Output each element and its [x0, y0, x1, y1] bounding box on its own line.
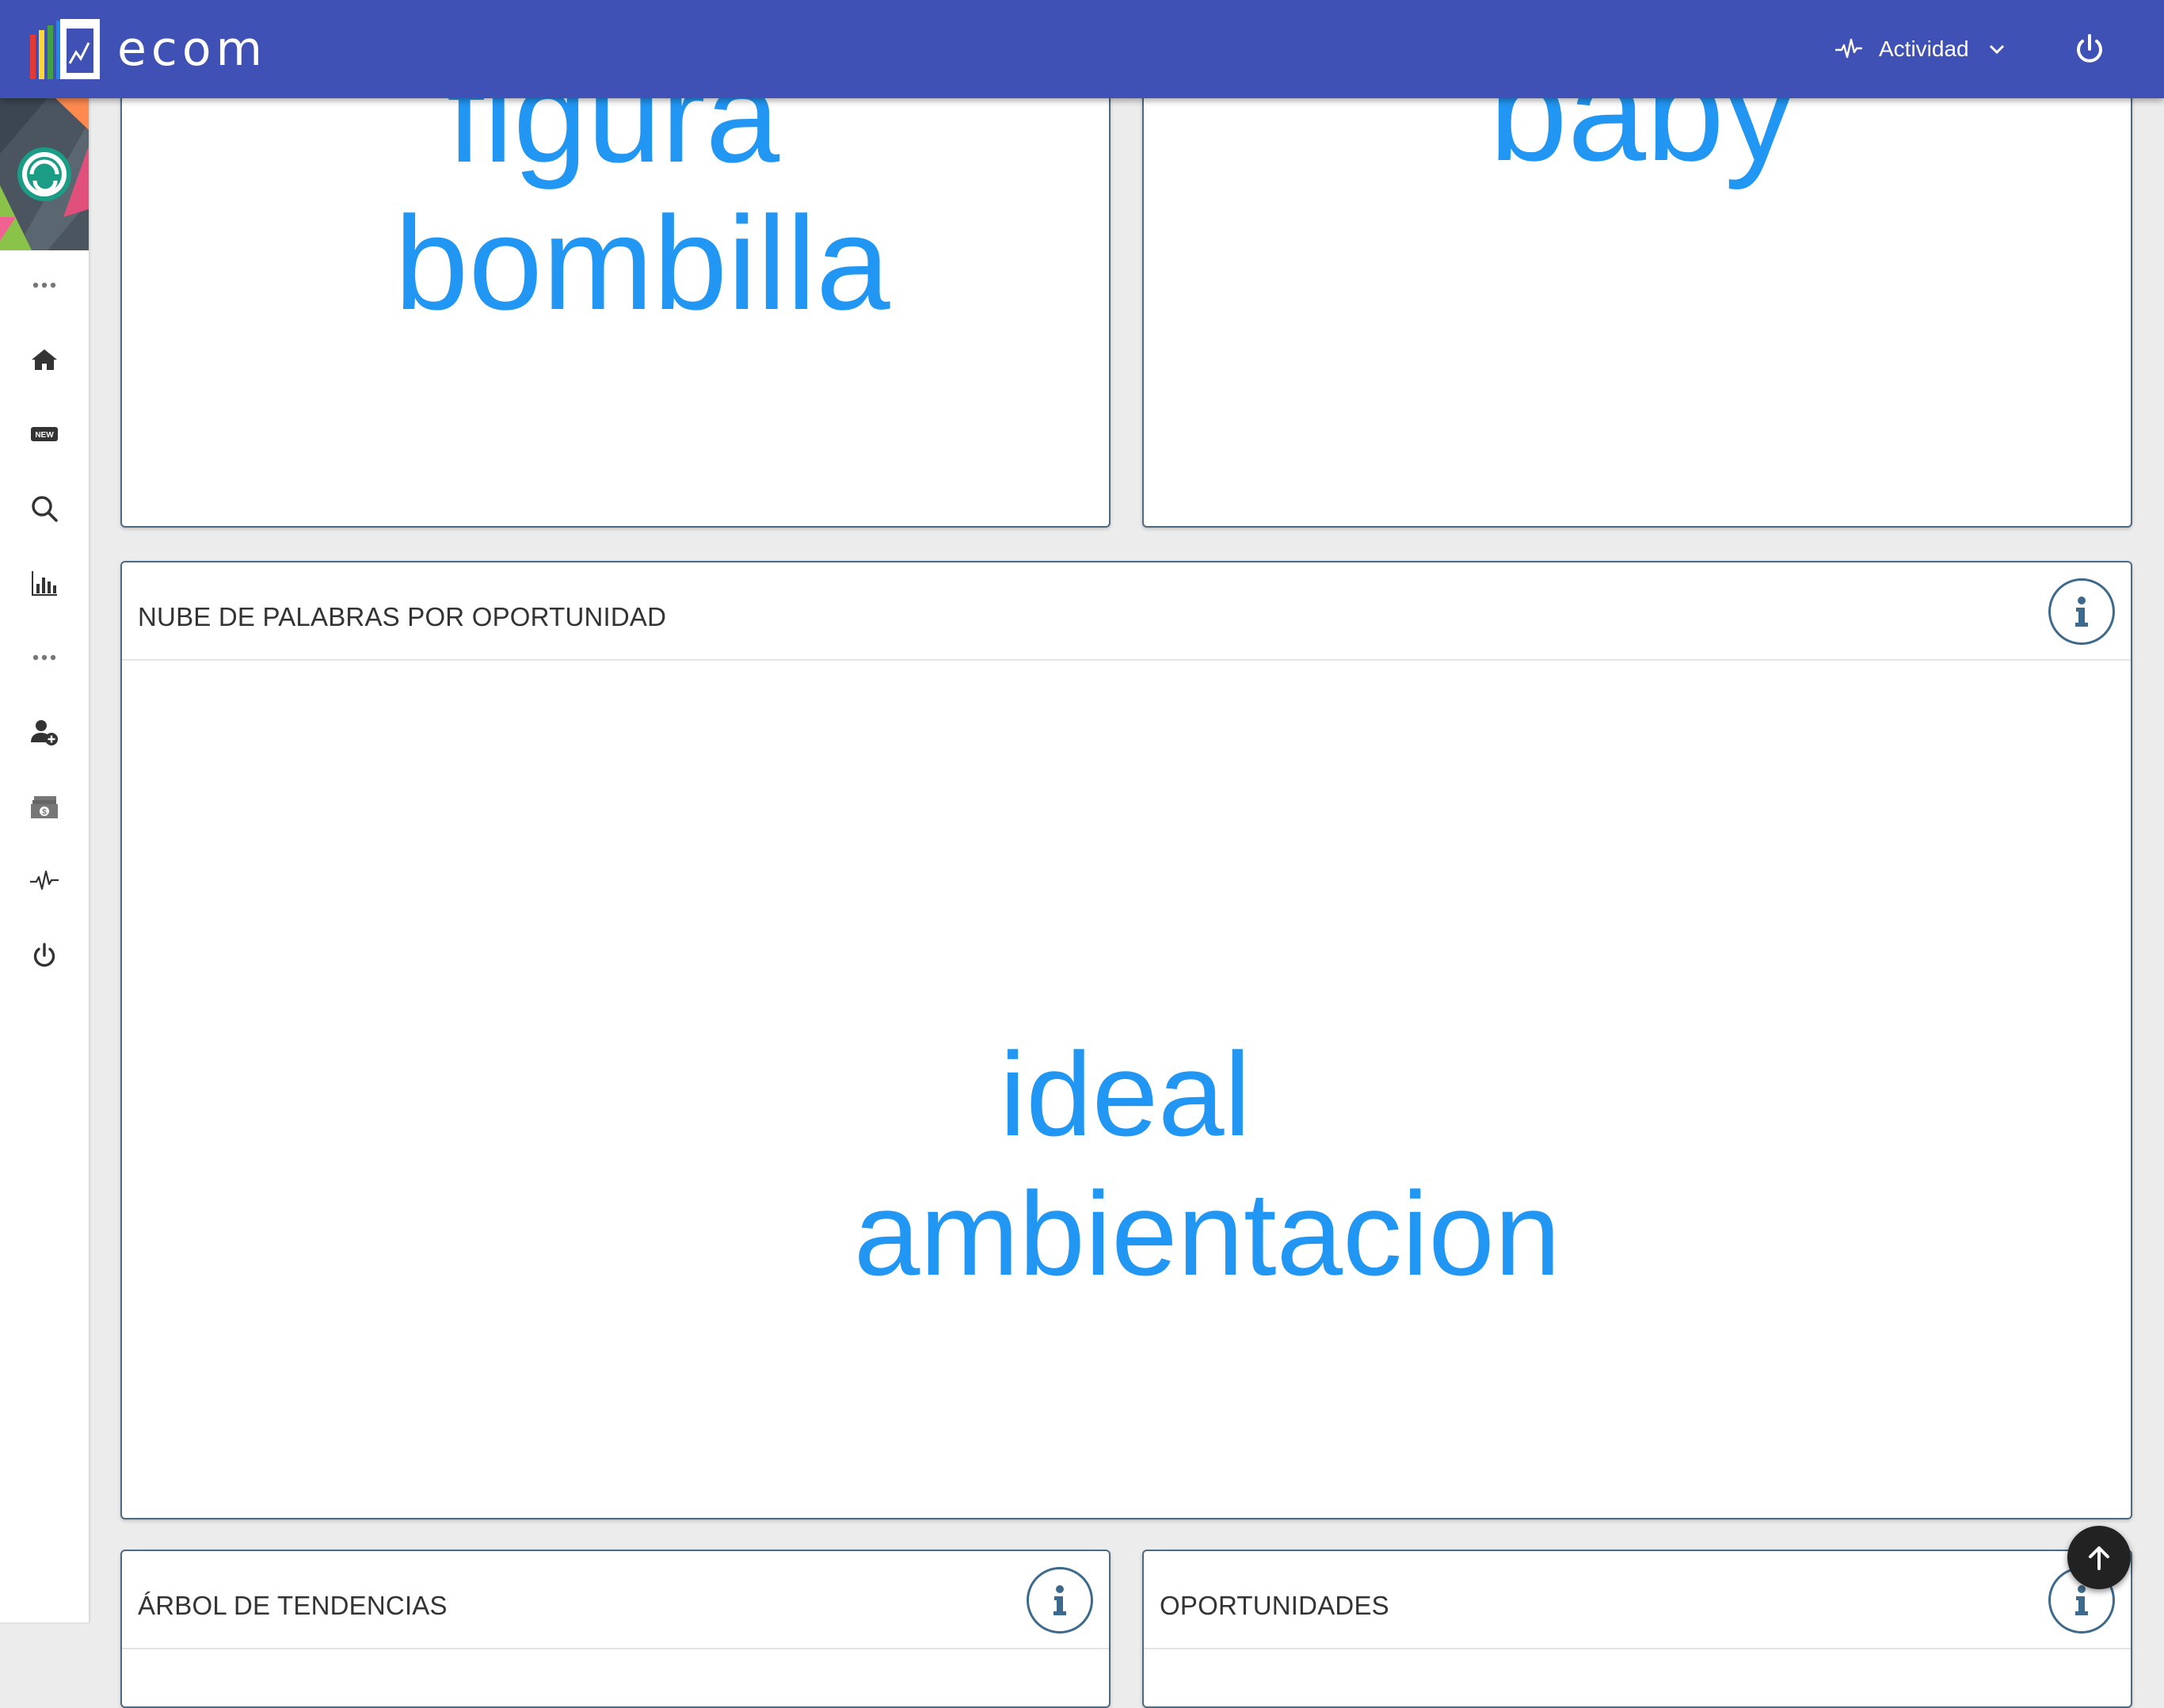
- more-dots-icon: [32, 282, 56, 288]
- pulse-icon: [30, 870, 59, 890]
- info-icon: [1053, 1585, 1066, 1615]
- avatar-banner-icon: [0, 98, 89, 250]
- card-title: OPORTUNIDADES: [1160, 1591, 1389, 1620]
- info-button[interactable]: [1027, 1567, 1093, 1634]
- sidebar-item-more-1[interactable]: [0, 257, 89, 314]
- info-button[interactable]: [2048, 578, 2115, 645]
- sidebar-item-search[interactable]: [0, 480, 89, 537]
- sidebar-item-stats[interactable]: [0, 555, 89, 612]
- sidebar-item-logout[interactable]: [0, 927, 89, 984]
- trends-card: ÁRBOL DE TENDENCIAS: [120, 1550, 1111, 1708]
- card-header: OPORTUNIDADES: [1144, 1551, 2131, 1649]
- ecom-logo-icon: [30, 19, 100, 79]
- money-icon: $: [31, 796, 58, 818]
- sidebar-item-add-user[interactable]: [0, 703, 89, 761]
- card-header: NUBE DE PALABRAS POR OPORTUNIDAD: [122, 562, 2131, 661]
- bar-chart-icon: [32, 571, 57, 596]
- top-app-bar: ecom Actividad: [0, 0, 2164, 98]
- word-cloud-card: NUBE DE PALABRAS POR OPORTUNIDAD ideal a…: [120, 561, 2132, 1519]
- pulse-icon: [1835, 38, 1862, 59]
- opportunities-card: OPORTUNIDADES: [1142, 1550, 2132, 1708]
- sidebar-item-more-2[interactable]: [0, 629, 89, 686]
- sidebar-item-activity[interactable]: [0, 852, 89, 909]
- add-user-icon: [31, 720, 58, 745]
- card-title: ÁRBOL DE TENDENCIAS: [138, 1591, 448, 1620]
- cloud-word: ideal: [1000, 1027, 1251, 1161]
- activity-label: Actividad: [1879, 36, 1969, 61]
- cloud-word: ambientacion: [854, 1167, 1561, 1300]
- brand-name: ecom: [117, 21, 268, 77]
- activity-dropdown[interactable]: Actividad: [1834, 27, 2009, 71]
- chevron-down-icon: [1989, 44, 2004, 55]
- more-dots-icon: [32, 654, 56, 661]
- svg-text:NEW: NEW: [35, 431, 54, 440]
- word-cloud-card-top-right: baby: [1142, 48, 2132, 528]
- info-icon: [2075, 597, 2088, 627]
- sidebar-rail: NEW $: [0, 98, 89, 1622]
- card-header: ÁRBOL DE TENDENCIAS: [122, 1551, 1109, 1649]
- scroll-top-button[interactable]: [2067, 1526, 2131, 1589]
- svg-text:$: $: [42, 808, 47, 817]
- card-title: NUBE DE PALABRAS POR OPORTUNIDAD: [138, 602, 667, 631]
- sidebar-item-home[interactable]: [0, 331, 89, 388]
- power-icon: [33, 943, 55, 967]
- home-icon: [32, 349, 57, 370]
- arrow-up-icon: [2089, 1546, 2109, 1570]
- new-badge-icon: NEW: [31, 427, 58, 441]
- brand[interactable]: ecom: [29, 13, 267, 86]
- power-icon[interactable]: [2071, 30, 2109, 68]
- avatar[interactable]: [0, 98, 89, 250]
- sidebar-item-money[interactable]: $: [0, 778, 89, 835]
- search-icon: [32, 496, 58, 522]
- word-cloud-card-top-left: figura bombilla: [120, 48, 1111, 528]
- sidebar-item-new[interactable]: NEW: [0, 406, 89, 463]
- cloud-word: bombilla: [394, 189, 890, 337]
